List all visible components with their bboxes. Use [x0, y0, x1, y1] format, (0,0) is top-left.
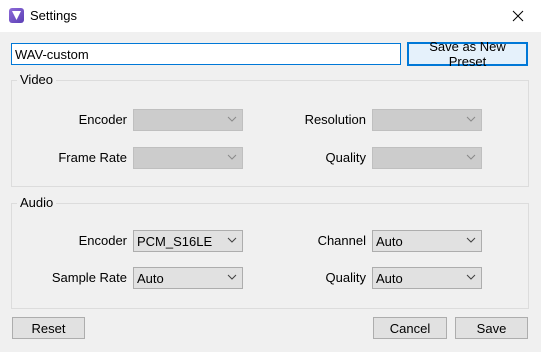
audio-encoder-select[interactable]: PCM_S16LE	[133, 230, 243, 252]
video-group-title: Video	[17, 72, 57, 87]
chevron-down-icon	[227, 237, 237, 243]
close-button[interactable]	[495, 0, 541, 32]
dialog-body: Save as New Preset Video Encoder Resolut…	[0, 32, 541, 352]
audio-group-title: Audio	[17, 195, 57, 210]
audio-channel-value: Auto	[376, 234, 403, 249]
save-as-new-preset-button[interactable]: Save as New Preset	[407, 39, 528, 69]
audio-sample-rate-select[interactable]: Auto	[133, 267, 243, 289]
audio-encoder-label: Encoder	[78, 233, 127, 248]
audio-channel-label: Channel	[317, 233, 366, 248]
chevron-down-icon	[227, 154, 237, 160]
video-frame-rate-select[interactable]	[133, 147, 243, 169]
chevron-down-icon	[466, 116, 476, 122]
video-resolution-select[interactable]	[372, 109, 482, 131]
save-button[interactable]: Save	[455, 317, 528, 339]
cancel-button[interactable]: Cancel	[373, 317, 447, 339]
audio-quality-select[interactable]: Auto	[372, 267, 482, 289]
chevron-down-icon	[227, 116, 237, 122]
audio-sample-rate-label: Sample Rate	[51, 270, 127, 285]
window-title: Settings	[30, 8, 77, 23]
chevron-down-icon	[466, 154, 476, 160]
chevron-down-icon	[227, 274, 237, 280]
video-resolution-label: Resolution	[304, 112, 366, 127]
title-bar: Settings	[0, 0, 541, 32]
video-encoder-select[interactable]	[133, 109, 243, 131]
video-quality-label: Quality	[325, 150, 366, 165]
chevron-down-icon	[466, 237, 476, 243]
video-encoder-label: Encoder	[78, 112, 127, 127]
app-icon	[9, 8, 24, 23]
reset-button[interactable]: Reset	[12, 317, 85, 339]
audio-sample-rate-value: Auto	[137, 271, 164, 286]
close-icon	[512, 10, 524, 22]
video-frame-rate-label: Frame Rate	[58, 150, 127, 165]
audio-quality-label: Quality	[325, 270, 366, 285]
video-quality-select[interactable]	[372, 147, 482, 169]
video-group	[11, 80, 529, 187]
audio-encoder-value: PCM_S16LE	[137, 234, 213, 249]
chevron-down-icon	[466, 274, 476, 280]
preset-name-input[interactable]	[11, 43, 401, 65]
audio-channel-select[interactable]: Auto	[372, 230, 482, 252]
audio-group	[11, 203, 529, 309]
audio-quality-value: Auto	[376, 271, 403, 286]
